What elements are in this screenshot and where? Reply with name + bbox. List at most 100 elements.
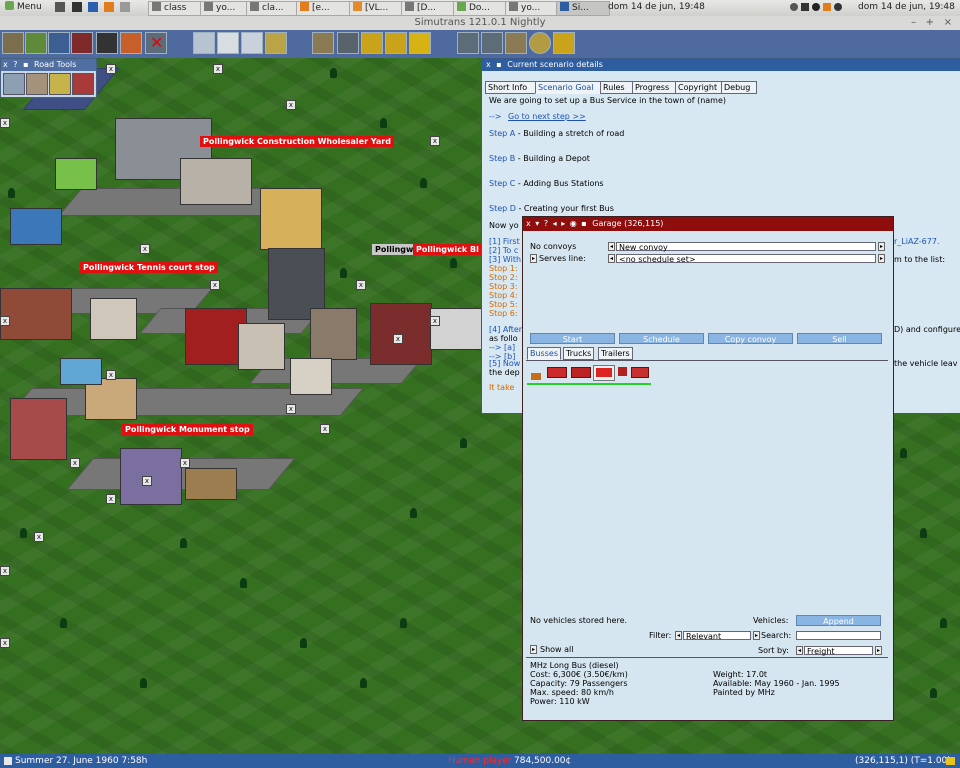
taskbar-item-6[interactable]: Do... [453,1,507,16]
tool-finance-icon[interactable] [241,32,263,54]
marker-x[interactable]: x [180,458,190,468]
line-select[interactable]: <no schedule set> [616,254,876,264]
marker-x[interactable]: x [0,316,10,326]
marker-x[interactable]: x [393,334,403,344]
tool-landscape-icon[interactable] [25,32,47,54]
marker-x[interactable]: x [356,280,366,290]
marker-x[interactable]: x [430,136,440,146]
taskbar-item-4[interactable]: [VL... [349,1,403,16]
marker-x[interactable]: x [0,118,10,128]
map-label-pollingwick-bl[interactable]: Pollingwick Bl [413,244,482,255]
filter-next-button[interactable]: ▸ [753,631,760,640]
pin-icon[interactable]: ▪ [496,60,501,69]
taskbar-item-2[interactable]: cla... [246,1,300,16]
map-label-tennis-court-stop[interactable]: Pollingwick Tennis court stop [80,262,218,273]
marker-x[interactable]: x [286,404,296,414]
minimize-button[interactable]: – [911,16,916,30]
window-titlebar[interactable]: Simutrans 121.0.1 Nightly – + × [0,16,960,31]
pin-icon[interactable]: ▪ [23,60,28,69]
next-icon[interactable]: ▸ [561,219,565,228]
tab-short-info[interactable]: Short Info [485,81,536,94]
next-step-link[interactable]: Go to next step >> [508,112,586,121]
sell-button[interactable]: Sell [797,333,882,344]
taskbar-item-1[interactable]: yo... [200,1,250,16]
marker-x[interactable]: x [34,532,44,542]
taskbar-item-5[interactable]: [D... [401,1,455,16]
tool-lines-icon[interactable] [193,32,215,54]
append-button[interactable]: Append [796,615,881,626]
update-icon[interactable] [834,3,842,11]
marker-x[interactable]: x [106,370,116,380]
terminal-icon[interactable] [72,2,82,12]
convoy-select[interactable]: New convoy [616,242,876,252]
vehicle-3-icon[interactable] [571,367,593,381]
sort-by-select[interactable]: Freight [804,646,873,656]
browser-icon[interactable] [88,2,98,12]
tool-road-icon[interactable] [96,32,118,54]
prev-icon[interactable]: ◂ [553,219,557,228]
road-tool-2-icon[interactable] [26,73,48,95]
marker-x[interactable]: x [0,566,10,576]
clock-right[interactable]: dom 14 de jun, 19:48 [858,2,955,12]
close-icon[interactable]: x [486,60,491,69]
road-tool-3-icon[interactable] [49,73,71,95]
scenario-titlebar[interactable]: x ▪ Current scenario details [482,59,960,71]
convoy-prev-button[interactable]: ◂ [608,242,615,251]
tool-inspect-icon[interactable] [48,32,70,54]
camera-icon[interactable] [337,32,359,54]
tool-slope-icon[interactable] [2,32,24,54]
tool-tools-icon[interactable] [265,32,287,54]
grid-icon[interactable] [505,32,527,54]
vehicle-2-icon[interactable] [547,367,569,381]
sort-prev-button[interactable]: ◂ [796,646,803,655]
clock-left[interactable]: dom 14 de jun, 19:48 [608,2,705,12]
maximize-button[interactable]: + [926,16,934,30]
compass-icon[interactable] [529,32,551,54]
tab-busses[interactable]: Busses [527,347,561,360]
search-input[interactable] [796,631,881,640]
taskbar-item-7[interactable]: yo... [505,1,559,16]
tool-marker-icon[interactable] [120,32,142,54]
tab-progress[interactable]: Progress [632,81,678,94]
zoom-out-icon[interactable] [481,32,503,54]
vlc-tray-icon[interactable] [823,3,831,11]
road-tools-titlebar[interactable]: x ? ▪ Road Tools [1,59,96,71]
tab-rules[interactable]: Rules [600,81,633,94]
vehicle-4-icon[interactable] [593,365,615,381]
taskbar-item-0[interactable]: class [148,1,204,16]
close-icon[interactable]: x [3,60,8,69]
tool-rail-icon[interactable] [71,32,93,54]
help-icon[interactable] [409,32,431,54]
start-button[interactable]: Start [530,333,615,344]
network-icon[interactable] [790,3,798,11]
alert-icon[interactable] [812,3,820,11]
marker-x[interactable]: x [210,280,220,290]
tool-list-icon[interactable] [217,32,239,54]
tool-map-icon[interactable] [312,32,334,54]
filter-select[interactable]: Relevant [683,631,751,641]
fast-forward-icon[interactable] [385,32,407,54]
menu-icon[interactable]: ▾ [535,219,539,228]
tab-trailers[interactable]: Trailers [598,347,633,360]
volume-icon[interactable] [801,3,809,11]
layers-icon[interactable] [553,32,575,54]
marker-x[interactable]: x [430,316,440,326]
road-tool-4-icon[interactable] [72,73,94,95]
tool-remove-icon[interactable]: ✕ [145,32,167,54]
taskbar-item-8[interactable]: Si... [556,1,610,16]
schedule-button[interactable]: Schedule [619,333,704,344]
filter-prev-button[interactable]: ◂ [675,631,682,640]
marker-x[interactable]: x [0,638,10,648]
convoy-next-button[interactable]: ▸ [878,242,885,251]
show-all-checkbox[interactable]: ▸ [530,645,537,654]
taskbar-item-3[interactable]: [e... [296,1,350,16]
zoom-in-icon[interactable] [457,32,479,54]
map-label-construction-wholesaler[interactable]: Pollingwick Construction Wholesaler Yard [200,136,394,147]
help-icon[interactable]: ? [13,60,17,69]
settings-icon[interactable] [120,2,130,12]
road-tool-1-icon[interactable] [3,73,25,95]
tab-copyright[interactable]: Copyright [675,81,724,94]
pause-icon[interactable] [361,32,383,54]
marker-x[interactable]: x [140,244,150,254]
marker-x[interactable]: x [286,100,296,110]
